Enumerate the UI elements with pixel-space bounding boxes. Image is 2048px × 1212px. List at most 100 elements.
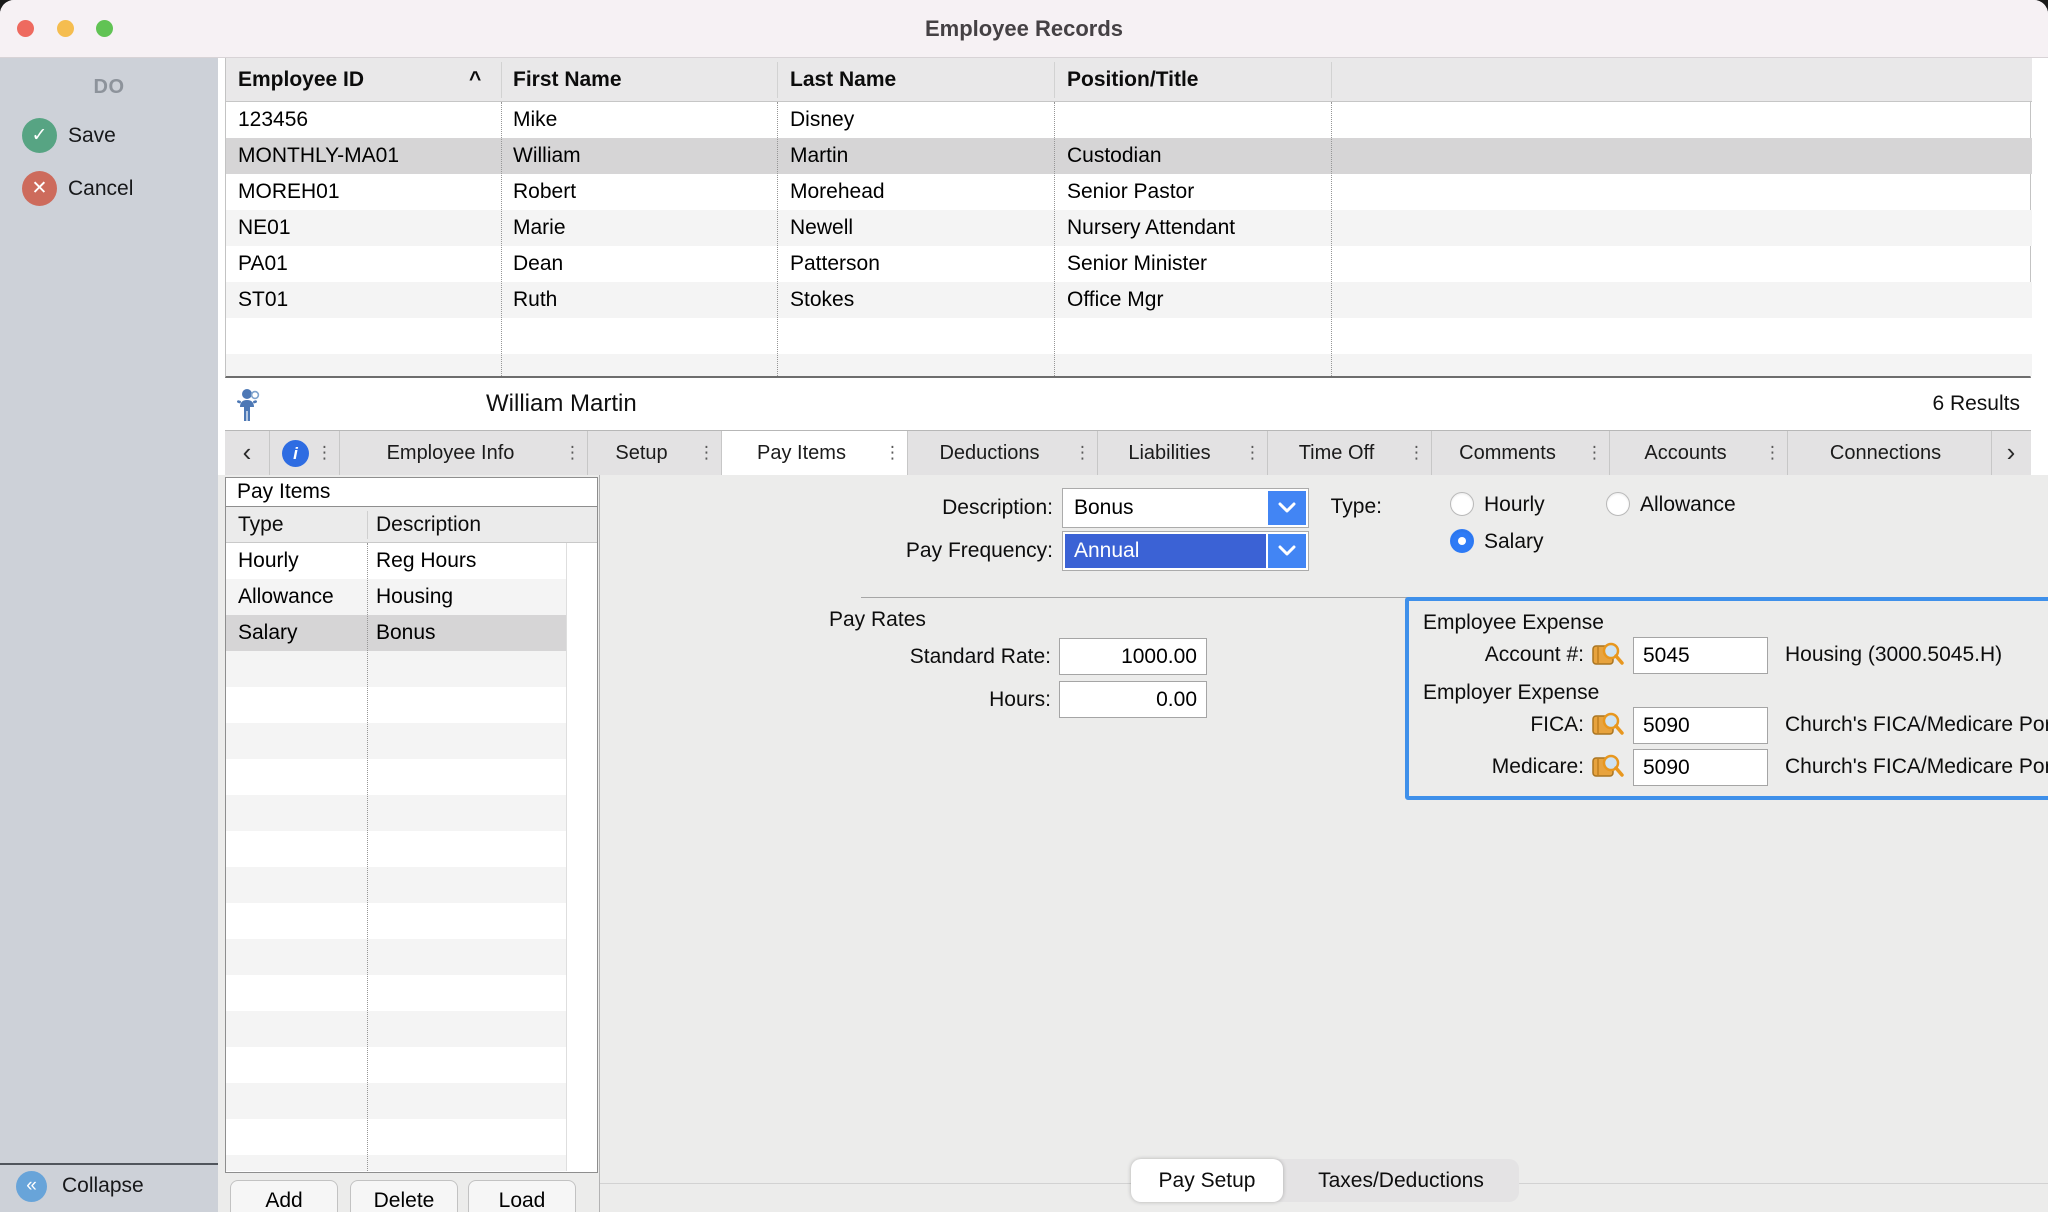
tab-label: Pay Items — [722, 431, 881, 475]
chevron-down-icon[interactable] — [1268, 534, 1306, 568]
pay-item-row[interactable]: Allowance Housing — [226, 579, 566, 615]
cell-description: Reg Hours — [376, 543, 476, 579]
tab-deductions[interactable]: Deductions ⋮ — [908, 431, 1098, 475]
account-lookup-icon[interactable] — [1592, 710, 1624, 740]
account-lookup-icon[interactable] — [1592, 640, 1624, 670]
radio-allowance[interactable] — [1606, 492, 1630, 516]
cell-last-name: Morehead — [790, 174, 885, 210]
radio-salary-selected[interactable] — [1450, 529, 1474, 553]
cell-type: Allowance — [238, 579, 334, 615]
cell-position-title: Senior Pastor — [1067, 174, 1194, 210]
collapse-button-label: Collapse — [62, 1168, 144, 1204]
cell-employee-id: ST01 — [238, 282, 288, 318]
tab-info[interactable]: i ⋮ — [270, 431, 340, 475]
tab-comments[interactable]: Comments ⋮ — [1432, 431, 1610, 475]
tab-label: Employee Info — [340, 431, 561, 475]
tab-taxes-deductions[interactable]: Taxes/Deductions — [1283, 1159, 1519, 1202]
delete-button[interactable]: Delete — [350, 1180, 458, 1212]
table-empty-rows — [226, 318, 2032, 376]
pay-items-empty-rows — [226, 651, 566, 1171]
description-value: Bonus — [1065, 491, 1266, 525]
radio-salary-label[interactable]: Salary — [1484, 528, 1544, 556]
table-row-selected[interactable]: MONTHLY-MA01 William Martin Custodian — [226, 138, 2032, 174]
pay-frequency-label: Pay Frequency: — [840, 533, 1053, 569]
account-number-label: Account #: — [1469, 637, 1584, 673]
column-header-description[interactable]: Description — [376, 507, 481, 543]
cancel-button[interactable]: ✕ Cancel — [0, 169, 218, 209]
sort-ascending-icon[interactable]: ^ — [469, 58, 481, 102]
cell-first-name: Mike — [513, 102, 557, 138]
tab-drag-handle-icon[interactable]: ⋮ — [1074, 431, 1091, 475]
tab-connections[interactable]: Connections — [1788, 431, 1992, 475]
person-icon — [234, 388, 264, 422]
table-row[interactable]: ST01 Ruth Stokes Office Mgr — [226, 282, 2032, 318]
fica-account-input[interactable] — [1633, 707, 1768, 744]
cell-description: Bonus — [376, 615, 436, 651]
tab-label: Deductions — [908, 431, 1071, 475]
medicare-account-input[interactable] — [1633, 749, 1768, 786]
tab-drag-handle-icon[interactable]: ⋮ — [1408, 431, 1425, 475]
tab-pay-setup[interactable]: Pay Setup — [1131, 1159, 1283, 1202]
radio-allowance-label[interactable]: Allowance — [1640, 491, 1736, 519]
tab-drag-handle-icon[interactable]: ⋮ — [316, 431, 333, 475]
column-header-last-name[interactable]: Last Name — [790, 58, 896, 102]
pay-items-panel-title: Pay Items — [225, 477, 598, 507]
cell-type: Salary — [238, 615, 298, 651]
tab-drag-handle-icon[interactable]: ⋮ — [1586, 431, 1603, 475]
pay-rates-title: Pay Rates — [829, 606, 926, 634]
medicare-label: Medicare: — [1469, 749, 1584, 785]
table-row[interactable]: PA01 Dean Patterson Senior Minister — [226, 246, 2032, 282]
tab-label: Time Off — [1268, 431, 1405, 475]
description-dropdown[interactable]: Bonus — [1062, 488, 1309, 528]
table-row[interactable]: 123456 Mike Disney — [226, 102, 2032, 138]
table-row[interactable]: NE01 Marie Newell Nursery Attendant — [226, 210, 2032, 246]
column-header-position-title[interactable]: Position/Title — [1067, 58, 1198, 102]
tab-drag-handle-icon[interactable]: ⋮ — [884, 431, 901, 475]
save-button[interactable]: ✓ Save — [0, 116, 218, 156]
column-header-first-name[interactable]: First Name — [513, 58, 622, 102]
standard-rate-input[interactable] — [1059, 638, 1207, 675]
tab-drag-handle-icon[interactable]: ⋮ — [698, 431, 715, 475]
selected-record-bar: William Martin 6 Results — [218, 378, 2048, 430]
pay-frequency-dropdown[interactable]: Annual — [1062, 531, 1309, 571]
add-button[interactable]: Add — [230, 1180, 338, 1212]
column-header-employee-id[interactable]: Employee ID — [238, 58, 364, 102]
pay-item-row-selected[interactable]: Salary Bonus — [226, 615, 566, 651]
window-title: Employee Records — [0, 0, 2048, 58]
hours-input[interactable] — [1059, 681, 1207, 718]
pay-items-list-header: Type Description — [226, 507, 597, 543]
description-label: Description: — [840, 490, 1053, 526]
pay-items-list: Type Description Hourly Reg Hours Allowa… — [225, 507, 598, 1173]
pay-items-scrollbar-gutter[interactable] — [566, 543, 597, 1171]
cell-employee-id: MONTHLY-MA01 — [238, 138, 399, 174]
tab-drag-handle-icon[interactable]: ⋮ — [564, 431, 581, 475]
cell-first-name: Ruth — [513, 282, 557, 318]
account-lookup-icon[interactable] — [1592, 752, 1624, 782]
pay-item-row[interactable]: Hourly Reg Hours — [226, 543, 566, 579]
tab-label: Accounts — [1610, 431, 1761, 475]
pay-frequency-value: Annual — [1065, 534, 1266, 568]
tab-employee-info[interactable]: Employee Info ⋮ — [340, 431, 588, 475]
table-row[interactable]: MOREH01 Robert Morehead Senior Pastor — [226, 174, 2032, 210]
load-button[interactable]: Load — [468, 1180, 576, 1212]
collapse-chevrons-icon: « — [16, 1171, 47, 1202]
tab-setup[interactable]: Setup ⋮ — [588, 431, 722, 475]
tab-pay-items[interactable]: Pay Items ⋮ — [722, 431, 908, 475]
tab-time-off[interactable]: Time Off ⋮ — [1268, 431, 1432, 475]
type-label: Type: — [1322, 489, 1382, 525]
tabs-scroll-right-button[interactable]: › — [1992, 431, 2030, 475]
column-header-type[interactable]: Type — [238, 507, 284, 543]
radio-hourly[interactable] — [1450, 492, 1474, 516]
tab-accounts[interactable]: Accounts ⋮ — [1610, 431, 1788, 475]
radio-hourly-label[interactable]: Hourly — [1484, 491, 1545, 519]
tab-drag-handle-icon[interactable]: ⋮ — [1244, 431, 1261, 475]
tab-drag-handle-icon[interactable]: ⋮ — [1764, 431, 1781, 475]
cell-employee-id: 123456 — [238, 102, 308, 138]
fica-description: Church's FICA/Medicare Portion (3000.509… — [1785, 707, 2048, 743]
cell-first-name: Marie — [513, 210, 566, 246]
account-number-input[interactable] — [1633, 637, 1768, 674]
tab-liabilities[interactable]: Liabilities ⋮ — [1098, 431, 1268, 475]
tabs-scroll-left-button[interactable]: ‹ — [225, 431, 270, 475]
tab-label: Connections — [1788, 431, 1983, 475]
chevron-down-icon[interactable] — [1268, 491, 1306, 525]
